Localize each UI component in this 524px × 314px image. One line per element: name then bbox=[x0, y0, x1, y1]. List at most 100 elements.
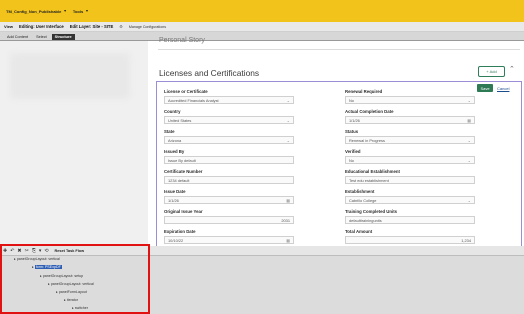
blurred-content bbox=[10, 53, 130, 99]
previous-section-title: Personal Story bbox=[159, 37, 205, 44]
undo-icon[interactable]: ↶ bbox=[10, 248, 14, 254]
screen: TM_Config_Non_Publishable ▼ Tools ▼ View E… bbox=[0, 0, 524, 314]
copy-icon[interactable]: ⎘ bbox=[32, 248, 36, 254]
chevron-down-icon: ⌄ bbox=[467, 137, 471, 143]
calendar-icon: ▦ bbox=[286, 197, 290, 203]
gear-icon: ⚙ bbox=[119, 24, 123, 29]
tree-node[interactable]: ▸ panelGroupLayout: vertical bbox=[48, 282, 94, 286]
tree-node-label: panelFormLayout bbox=[58, 290, 87, 294]
field-label: Total Amount bbox=[345, 229, 373, 234]
divider bbox=[158, 49, 520, 50]
field-input[interactable]: 2031 bbox=[164, 216, 294, 224]
field-value: 1,234 bbox=[461, 237, 471, 243]
view-menu[interactable]: View bbox=[4, 24, 13, 29]
chevron-down-icon: ⌄ bbox=[467, 157, 471, 163]
expand-icon[interactable]: ▸ bbox=[56, 290, 58, 294]
tree-node-label: panelGroupLayout: setup bbox=[42, 274, 84, 278]
field-value: 2031 bbox=[281, 217, 290, 223]
reset-icon: ⟲ bbox=[44, 247, 49, 254]
delete-icon[interactable]: ✖ bbox=[17, 248, 21, 254]
chevron-down-icon: ⌄ bbox=[286, 117, 290, 123]
field-value: 1/1/26 bbox=[349, 117, 360, 123]
chevron-down-icon[interactable]: ▾ bbox=[39, 248, 42, 254]
add-icon[interactable]: ✚ bbox=[3, 248, 7, 254]
expand-icon[interactable]: ▸ bbox=[14, 257, 16, 261]
field-value: Test edu establishment bbox=[349, 177, 389, 183]
field-input[interactable]: United States ⌄ bbox=[164, 116, 294, 124]
tab-select[interactable]: Select bbox=[33, 34, 50, 40]
field-input[interactable]: Cabrillo College ⌄ bbox=[345, 196, 475, 204]
save-button[interactable]: Save bbox=[477, 84, 493, 92]
field-input[interactable]: 10/10/22 ▦ bbox=[164, 236, 294, 244]
expand-icon[interactable]: ▸ bbox=[40, 274, 42, 278]
form-field: Renewal Required No ⌄ bbox=[345, 89, 475, 104]
field-value: No bbox=[349, 97, 354, 103]
expand-icon[interactable]: ▸ bbox=[32, 265, 34, 269]
add-button[interactable]: + Add bbox=[478, 66, 505, 77]
config-menu[interactable]: TM_Config_Non_Publishable ▼ bbox=[6, 9, 67, 14]
tree-node[interactable]: ▸ panelFormLayout bbox=[56, 290, 87, 294]
field-label: Expiration Date bbox=[164, 229, 196, 234]
editing-label: Editing: User Interface bbox=[19, 24, 64, 29]
field-value: 10/10/22 bbox=[168, 237, 184, 243]
calendar-icon: ▦ bbox=[467, 117, 471, 123]
field-label: Original Issue Year bbox=[164, 209, 203, 214]
field-input[interactable]: No ⌄ bbox=[345, 156, 475, 164]
form-field: Training Completed Units defaulttrainingu… bbox=[345, 209, 475, 224]
field-input[interactable]: Arizona ⌄ bbox=[164, 136, 294, 144]
field-label: Training Completed Units bbox=[345, 209, 398, 214]
form-field: Issue Date 1/1/26 ▦ bbox=[164, 189, 294, 204]
tree-node[interactable]: ▸ switcher bbox=[72, 306, 88, 310]
field-value: defaulttrainingunits bbox=[349, 217, 382, 223]
tree-node-label: form: PSExpDF bbox=[34, 265, 62, 269]
tree-node-label: iterator bbox=[66, 298, 78, 302]
expand-icon[interactable]: ▸ bbox=[48, 282, 50, 286]
field-value: Cabrillo College bbox=[349, 197, 377, 203]
tree-node-label: panelGroupLayout: vertical bbox=[16, 257, 60, 261]
field-label: Country bbox=[164, 109, 181, 114]
form-field: State Arizona ⌄ bbox=[164, 129, 294, 144]
field-input[interactable]: 1/1/26 ▦ bbox=[345, 116, 475, 124]
field-label: Verified bbox=[345, 149, 361, 154]
form-field: Country United States ⌄ bbox=[164, 109, 294, 124]
field-value: United States bbox=[168, 117, 192, 123]
tree-node[interactable]: ▸ panelGroupLayout: vertical bbox=[14, 257, 60, 261]
tab-add-content[interactable]: Add Content bbox=[4, 34, 31, 40]
tree-node[interactable]: ▸ form: PSExpDF bbox=[32, 265, 62, 269]
field-value: Renewal in Progress bbox=[349, 137, 385, 143]
tools-menu[interactable]: Tools ▼ bbox=[73, 9, 89, 14]
tree-node[interactable]: ▸ iterator bbox=[64, 298, 78, 302]
tab-structure[interactable]: Structure bbox=[51, 34, 75, 40]
field-input[interactable]: 1234 default bbox=[164, 176, 294, 184]
field-input[interactable]: defaulttrainingunits bbox=[345, 216, 475, 224]
cut-icon[interactable]: ✂ bbox=[25, 248, 29, 254]
tree-node[interactable]: ▸ panelGroupLayout: setup bbox=[40, 274, 83, 278]
form-field: License or Certificate Accredited Financi… bbox=[164, 89, 294, 104]
field-input[interactable]: No ⌄ bbox=[345, 96, 475, 104]
field-input[interactable]: Renewal in Progress ⌄ bbox=[345, 136, 475, 144]
field-value: Accredited Financials Analyst bbox=[168, 97, 219, 103]
expand-icon[interactable]: ▸ bbox=[64, 298, 66, 302]
app-topbar: TM_Config_Non_Publishable ▼ Tools ▼ bbox=[0, 0, 524, 22]
chevron-down-icon: ⌄ bbox=[286, 97, 290, 103]
cancel-button[interactable]: Cancel bbox=[497, 84, 509, 92]
field-input[interactable]: 1/1/26 ▦ bbox=[164, 196, 294, 204]
chevron-down-icon: ▼ bbox=[63, 9, 67, 13]
tree-node-label: switcher bbox=[74, 306, 88, 310]
field-value: 1/1/26 bbox=[168, 197, 179, 203]
field-value: 1234 default bbox=[168, 177, 190, 183]
manage-configurations-link[interactable]: Manage Configurations bbox=[129, 25, 166, 29]
chevron-up-icon[interactable]: ⌃ bbox=[509, 65, 515, 73]
field-input[interactable]: Accredited Financials Analyst ⌄ bbox=[164, 96, 294, 104]
chevron-down-icon: ⌄ bbox=[467, 197, 471, 203]
field-label: License or Certificate bbox=[164, 89, 208, 94]
form-field: Certificate Number 1234 default bbox=[164, 169, 294, 184]
reset-task-flow-button[interactable]: Reset Task Flow bbox=[55, 249, 84, 253]
edit-bar: View Editing: User Interface Edit Layer:… bbox=[0, 22, 524, 32]
field-input[interactable]: Test edu establishment bbox=[345, 176, 475, 184]
form-field: Establishment Cabrillo College ⌄ bbox=[345, 189, 475, 204]
chevron-down-icon: ⌄ bbox=[286, 137, 290, 143]
field-input[interactable]: Issue By default bbox=[164, 156, 294, 164]
field-input[interactable]: 1,234 bbox=[345, 236, 475, 244]
expand-icon[interactable]: ▸ bbox=[72, 306, 74, 310]
